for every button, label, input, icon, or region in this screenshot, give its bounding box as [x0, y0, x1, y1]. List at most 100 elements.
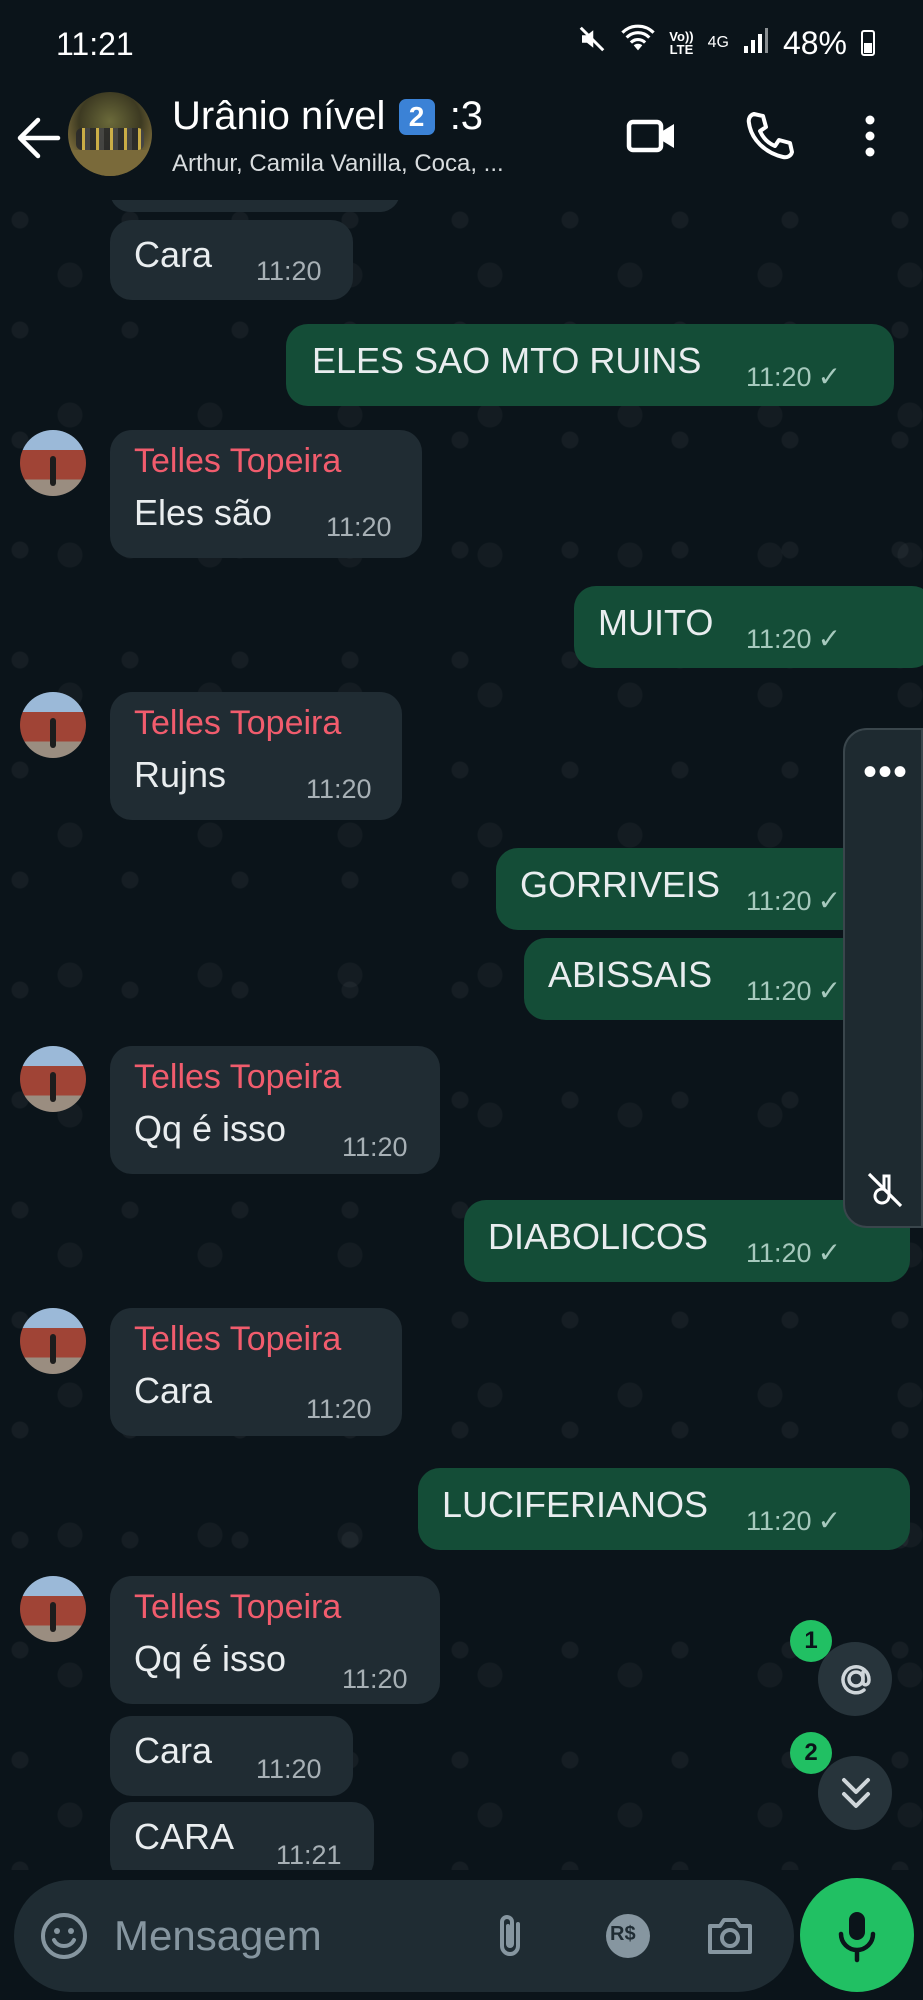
signal-icon: [743, 25, 769, 62]
sender-avatar[interactable]: [20, 1576, 86, 1642]
chat-header: Urânio nível 2 :3 Arthur, Camila Vanilla…: [0, 88, 923, 200]
sent-check-icon: ✓: [817, 361, 842, 392]
sent-check-icon: ✓: [817, 885, 842, 916]
group-members[interactable]: Arthur, Camila Vanilla, Coca, ...: [172, 150, 504, 178]
message-text: GORRIVEIS: [520, 864, 721, 905]
message-text: MUITO: [598, 602, 714, 643]
message-text: LUCIFERIANOS: [442, 1484, 709, 1525]
message-input[interactable]: [114, 1908, 474, 1964]
message-time: 11:20 ✓: [746, 974, 841, 1007]
sent-check-icon: ✓: [817, 1237, 842, 1268]
sent-check-icon: ✓: [817, 1505, 842, 1536]
message-bubble-outgoing[interactable]: ELES SAO MTO RUINS 11:20 ✓: [286, 324, 894, 406]
message-text: CARA: [134, 1816, 235, 1857]
message-text: Rujns: [134, 754, 227, 795]
message-text: ELES SAO MTO RUINS: [312, 340, 702, 381]
status-bar: 11:21 Vo)) LTE 4G 48%: [0, 0, 923, 88]
message-bubble-outgoing[interactable]: MUITO 11:20 ✓: [574, 586, 923, 668]
message-time: 11:21: [276, 1840, 342, 1870]
message-time: 11:20 ✓: [746, 1504, 841, 1537]
message-bubble-outgoing[interactable]: LUCIFERIANOS 11:20 ✓: [418, 1468, 910, 1550]
message-text: Cara: [134, 234, 213, 275]
message-time: 11:20 ✓: [746, 360, 841, 393]
sender-name[interactable]: Telles Topeira: [134, 1320, 341, 1359]
microphone-icon: [835, 1908, 879, 1969]
network-label: 4G: [707, 34, 729, 51]
sender-avatar[interactable]: [20, 1046, 86, 1112]
message-time-value: 11:20: [746, 976, 812, 1006]
message-text: ABISSAIS: [548, 954, 713, 995]
message-time-value: 11:20: [746, 362, 812, 392]
group-title-suffix: :3: [449, 94, 484, 138]
scroll-to-bottom-button[interactable]: [818, 1756, 892, 1830]
camera-icon[interactable]: [704, 1910, 756, 1962]
sender-name[interactable]: Telles Topeira: [134, 704, 341, 743]
at-sign-icon: [835, 1658, 877, 1705]
message-bubble[interactable]: Cara 11:20: [110, 220, 353, 300]
group-title[interactable]: Urânio nível 2 :3: [172, 94, 483, 139]
message-time-value: 11:20: [746, 624, 812, 654]
sent-check-icon: ✓: [817, 623, 842, 654]
message-list[interactable]: Cara 11:20 ELES SAO MTO RUINS 11:20 ✓ Tel…: [0, 200, 923, 1870]
message-time-value: 11:20: [746, 886, 812, 916]
side-menu-dots[interactable]: •••: [863, 750, 908, 795]
composer-pill: R$: [14, 1880, 794, 1992]
message-text: Eles são: [134, 492, 273, 533]
sender-avatar[interactable]: [20, 692, 86, 758]
more-vertical-icon[interactable]: [840, 108, 900, 164]
message-text: Qq é isso: [134, 1108, 287, 1149]
voice-record-button[interactable]: [800, 1878, 914, 1992]
arrow-left-icon[interactable]: [14, 108, 64, 168]
message-time: 11:20: [342, 1664, 408, 1694]
floating-side-panel[interactable]: •••: [843, 728, 923, 1228]
message-time: 11:20: [256, 256, 322, 286]
message-time: 11:20: [326, 512, 392, 542]
message-bubble[interactable]: Telles Topeira Cara 11:20: [110, 1308, 402, 1436]
message-bubble-outgoing[interactable]: DIABOLICOS 11:20 ✓: [464, 1200, 910, 1282]
battery-percent: 48%: [782, 24, 847, 61]
message-time: 11:20 ✓: [746, 1236, 841, 1269]
sender-name[interactable]: Telles Topeira: [134, 442, 341, 481]
message-time: 11:20 ✓: [746, 884, 841, 917]
unread-count-badge: 2: [790, 1732, 832, 1774]
message-bubble[interactable]: Telles Topeira Eles são 11:20: [110, 430, 422, 558]
message-time-value: 11:20: [746, 1506, 812, 1536]
message-time-value: 11:20: [746, 1238, 812, 1268]
message-bubble[interactable]: CARA 11:21: [110, 1802, 374, 1870]
mute-status-icon: [577, 24, 607, 62]
message-bubble[interactable]: Telles Topeira Qq é isso 11:20: [110, 1576, 440, 1704]
battery-icon: [861, 30, 875, 56]
sent-check-icon: ✓: [817, 975, 842, 1006]
message-time: 11:20: [256, 1754, 322, 1784]
sender-name[interactable]: Telles Topeira: [134, 1588, 341, 1627]
message-bubble[interactable]: Telles Topeira Rujns 11:20: [110, 692, 402, 820]
message-text: Cara: [134, 1370, 213, 1411]
message-bubble-partial: [110, 200, 400, 212]
status-time: 11:21: [56, 26, 134, 62]
message-bubble[interactable]: Telles Topeira Qq é isso 11:20: [110, 1046, 440, 1174]
message-text: Cara: [134, 1730, 213, 1771]
status-icons: Vo)) LTE 4G 48%: [577, 24, 875, 62]
message-time: 11:20 ✓: [746, 622, 841, 655]
mentions-button[interactable]: [818, 1642, 892, 1716]
group-avatar[interactable]: [68, 92, 152, 176]
mute-icon[interactable]: [865, 1170, 905, 1210]
sender-avatar[interactable]: [20, 430, 86, 496]
sender-name[interactable]: Telles Topeira: [134, 1058, 341, 1097]
phone-call-icon[interactable]: [740, 108, 796, 164]
video-call-icon[interactable]: [624, 108, 680, 164]
volte-bottom: LTE: [669, 42, 694, 57]
payment-icon[interactable]: R$: [602, 1910, 654, 1962]
emoji-icon[interactable]: [38, 1910, 90, 1962]
paperclip-icon[interactable]: [484, 1910, 536, 1962]
group-title-badge: 2: [398, 99, 435, 135]
message-time: 11:20: [306, 774, 372, 804]
volte-indicator: Vo)) LTE: [669, 30, 693, 56]
message-bubble[interactable]: Cara 11:20: [110, 1716, 353, 1796]
message-text: DIABOLICOS: [488, 1216, 709, 1257]
message-time: 11:20: [342, 1132, 408, 1162]
payment-label: R$: [610, 1923, 636, 1945]
wifi-icon: [621, 24, 655, 62]
composer-bar: R$: [0, 1870, 923, 2000]
sender-avatar[interactable]: [20, 1308, 86, 1374]
